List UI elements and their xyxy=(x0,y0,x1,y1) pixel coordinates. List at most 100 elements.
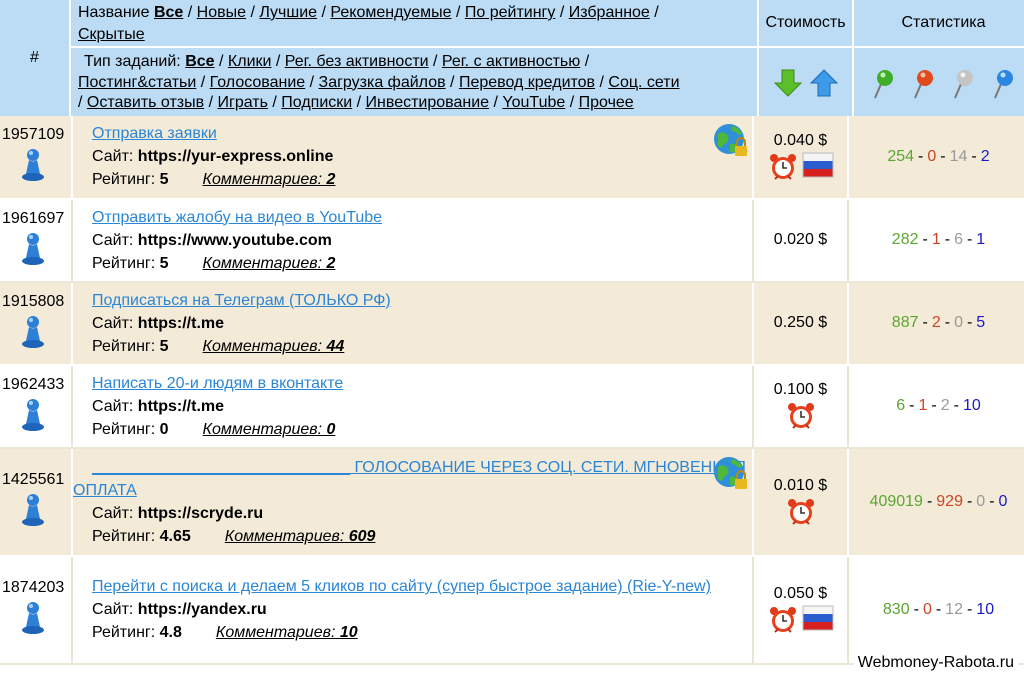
task-cell: _____________________________ ГОЛОСОВАНИ… xyxy=(72,447,754,557)
table-row: 1915808 Подписаться на Телеграм (ТОЛЬКО … xyxy=(0,281,1024,366)
task-title-link[interactable]: Перейти с поиска и делаем 5 кликов по са… xyxy=(92,578,711,595)
task-id: 1961697 xyxy=(2,209,65,227)
alarm-clock-icon xyxy=(769,606,796,633)
cost-cell: 0.100 $ xyxy=(753,364,849,449)
red-pin-icon[interactable] xyxy=(911,68,937,100)
task-id: 1962433 xyxy=(2,375,65,393)
sort-recommended[interactable]: Рекомендуемые xyxy=(330,4,451,21)
task-cell: Написать 20-и людям в вконтакте Сайт: ht… xyxy=(72,364,754,449)
type-investing[interactable]: Инвестирование xyxy=(366,94,490,111)
type-review[interactable]: Оставить отзыв xyxy=(87,94,204,111)
sort-filter: Название Все / Новые / Лучшие / Рекоменд… xyxy=(70,0,759,48)
type-subscriptions[interactable]: Подписки xyxy=(281,94,352,111)
header-row-1: # Название Все / Новые / Лучшие / Рекоме… xyxy=(0,0,1024,116)
sort-new[interactable]: Новые xyxy=(197,4,246,21)
sort-hidden[interactable]: Скрытые xyxy=(78,26,145,43)
pawn-icon xyxy=(22,494,44,526)
comments-link[interactable]: Комментариев: 2 xyxy=(203,255,336,272)
stat-red: 0 xyxy=(922,600,932,618)
blue-up-arrow-icon[interactable] xyxy=(809,68,839,98)
table-row: 1962433 Написать 20-и людям в вконтакте … xyxy=(0,364,1024,449)
stat-red: 1 xyxy=(931,231,941,248)
task-cell: Подписаться на Телеграм (ТОЛЬКО РФ) Сайт… xyxy=(72,281,754,366)
green-pin-icon[interactable] xyxy=(871,68,897,100)
task-id-cell: 1915808 xyxy=(0,281,73,366)
comments-link[interactable]: Комментариев: 10 xyxy=(216,624,358,641)
stat-red: 0 xyxy=(927,147,937,165)
task-title-link[interactable]: Подписаться на Телеграм (ТОЛЬКО РФ) xyxy=(92,292,391,309)
task-rating: Рейтинг: 0 Комментариев: 0 xyxy=(92,420,336,438)
type-games[interactable]: Играть xyxy=(217,94,267,111)
comments-link[interactable]: Комментариев: 0 xyxy=(203,421,336,438)
sort-favorites[interactable]: Избранное xyxy=(569,4,650,21)
task-price: 0.020 $ xyxy=(773,231,828,248)
comments-link[interactable]: Комментариев: 44 xyxy=(203,338,345,355)
silver-pin-icon[interactable] xyxy=(951,68,977,100)
stat-silver: 2 xyxy=(940,397,950,414)
cost-cell: 0.050 $ xyxy=(753,555,849,665)
stat-green: 409019 xyxy=(869,492,923,510)
task-rating: Рейтинг: 5 Комментариев: 2 xyxy=(92,254,336,272)
type-youtube[interactable]: YouTube xyxy=(502,94,565,111)
blue-pin-icon[interactable] xyxy=(991,68,1017,100)
num-header: # xyxy=(0,0,71,116)
type-other[interactable]: Прочее xyxy=(579,94,634,111)
table-row: 1874203 Перейти с поиска и делаем 5 клик… xyxy=(0,555,1024,665)
task-rating: Рейтинг: 4.65 Комментариев: 609 xyxy=(92,527,376,545)
type-reg-activity[interactable]: Рег. с активностью xyxy=(442,53,580,70)
task-site: Сайт: https://scryde.ru xyxy=(92,504,264,522)
cost-cell: 0.010 $ xyxy=(753,447,849,557)
task-cell: Перейти с поиска и делаем 5 кликов по са… xyxy=(72,555,754,665)
task-rows: 1957109 Отправка заявки Сайт: https://yu… xyxy=(0,115,1024,665)
stat-blue: 10 xyxy=(962,397,981,414)
stats-cell: 282-1-6-1 xyxy=(848,198,1024,283)
table-row: 1425561 _____________________________ ГО… xyxy=(0,447,1024,557)
sort-all[interactable]: Все xyxy=(154,4,183,21)
task-id-cell: 1425561 xyxy=(0,447,73,557)
task-id: 1874203 xyxy=(2,579,65,596)
task-price: 0.040 $ xyxy=(773,131,828,149)
sort-best[interactable]: Лучшие xyxy=(259,4,317,21)
table-row: 1961697 Отправить жалобу на видео в YouT… xyxy=(0,198,1024,283)
stat-blue: 0 xyxy=(998,492,1008,510)
stats-cell: 409019-929-0-0 xyxy=(848,447,1024,557)
task-price: 0.100 $ xyxy=(773,381,828,398)
comments-link[interactable]: Комментариев: 2 xyxy=(203,171,336,188)
type-label: Тип заданий: xyxy=(84,53,181,70)
task-site: Сайт: https://www.youtube.com xyxy=(92,231,332,249)
comments-link[interactable]: Комментариев: 609 xyxy=(225,528,376,545)
stat-silver: 14 xyxy=(949,147,968,165)
cost-label: Стоимость xyxy=(765,14,846,31)
stat-silver: 12 xyxy=(945,600,963,618)
type-filter: Тип заданий: Все / Клики / Рег. без акти… xyxy=(70,47,759,116)
task-id-cell: 1957109 xyxy=(0,115,73,200)
cost-cell: 0.250 $ xyxy=(753,281,849,366)
pawn-icon xyxy=(22,315,44,348)
globe-lock-icon xyxy=(714,456,747,489)
type-clicks[interactable]: Клики xyxy=(228,53,272,70)
task-site: Сайт: https://t.me xyxy=(92,314,225,332)
alarm-clock-icon xyxy=(787,498,814,525)
type-social[interactable]: Соц. сети xyxy=(608,74,679,91)
type-credits[interactable]: Перевод кредитов xyxy=(459,74,595,91)
type-all[interactable]: Все xyxy=(185,53,214,70)
sort-rating[interactable]: По рейтингу xyxy=(465,4,556,21)
task-title-link[interactable]: Отправка заявки xyxy=(92,125,217,142)
pawn-icon xyxy=(22,398,44,431)
task-title-link[interactable]: Написать 20-и людям в вконтакте xyxy=(92,375,343,392)
type-posting[interactable]: Постинг&статьи xyxy=(78,74,196,91)
stat-blue: 2 xyxy=(980,147,990,165)
watermark: Webmoney-Rabota.ru xyxy=(853,652,1018,674)
type-reg-no-activity[interactable]: Рег. без активности xyxy=(285,53,429,70)
stat-silver: 0 xyxy=(954,314,963,331)
task-title-link[interactable]: Отправить жалобу на видео в YouTube xyxy=(92,209,382,226)
task-title-link[interactable]: _____________________________ ГОЛОСОВАНИ… xyxy=(73,459,746,499)
task-id-cell: 1961697 xyxy=(0,198,73,283)
type-downloads[interactable]: Загрузка файлов xyxy=(319,74,446,91)
green-down-arrow-icon[interactable] xyxy=(773,68,803,98)
pawn-icon xyxy=(22,602,44,634)
type-voting[interactable]: Голосование xyxy=(210,74,306,91)
table-row: 1957109 Отправка заявки Сайт: https://yu… xyxy=(0,115,1024,200)
russia-flag-icon xyxy=(802,605,833,630)
task-site: Сайт: https://yandex.ru xyxy=(92,601,267,618)
